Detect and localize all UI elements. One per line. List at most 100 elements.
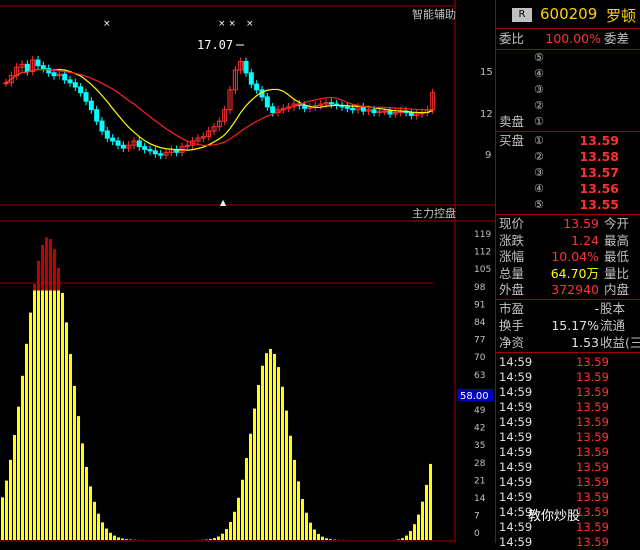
axis-tick: 42 xyxy=(474,424,485,434)
buy-level-4: ④13.56 xyxy=(496,181,640,197)
quote-row: 市盈-股本 xyxy=(496,301,640,317)
control-bar xyxy=(229,522,232,540)
control-bar xyxy=(249,434,252,540)
bottom-panel-title: 主力控盘 xyxy=(412,206,456,220)
axis-tick: 21 xyxy=(474,476,485,486)
candle-body xyxy=(265,97,269,107)
control-bar xyxy=(325,538,328,540)
axis-tick: 98 xyxy=(474,283,486,293)
control-bar xyxy=(9,460,12,540)
sell-level-4: ④ xyxy=(496,66,640,82)
control-bar xyxy=(113,536,116,540)
control-bar xyxy=(237,498,240,540)
quote-row: 总量64.70万量比 xyxy=(496,266,640,282)
tick-row: 14:5913.59 xyxy=(496,415,640,430)
tick-row: 14:5913.59 xyxy=(496,370,640,385)
axis-tick: 77 xyxy=(474,336,485,346)
candle-body xyxy=(63,74,67,80)
stock-name: 罗顿 xyxy=(606,5,636,26)
tick-row: 14:5913.59 xyxy=(496,460,640,475)
control-bar xyxy=(85,467,88,540)
axis-tick: 28 xyxy=(474,459,486,469)
control-bar xyxy=(37,261,40,540)
control-bar xyxy=(1,497,4,540)
price-axis: 15 12 9 xyxy=(480,67,493,161)
candle-body xyxy=(244,61,248,72)
control-bar-top xyxy=(53,249,56,290)
chart-area[interactable]: 17.07 × × × × ▲ 智能辅助 主力控盘 15 12 9 119112… xyxy=(0,0,495,543)
control-bar xyxy=(81,443,84,540)
control-bar xyxy=(13,435,16,540)
control-bar xyxy=(421,502,424,540)
candle-body xyxy=(409,113,413,116)
candle-body xyxy=(255,84,259,90)
sell-level-2: ② xyxy=(496,98,640,114)
control-bar xyxy=(309,523,312,540)
candle-body xyxy=(143,147,147,150)
svg-text:12: 12 xyxy=(480,109,493,120)
candle-body xyxy=(148,149,152,150)
candle-body xyxy=(345,107,349,108)
candle-body xyxy=(116,141,120,145)
control-bar xyxy=(253,409,256,540)
buy-level-2: ②13.58 xyxy=(496,149,640,165)
candle-body xyxy=(249,73,253,84)
control-bar xyxy=(293,460,296,540)
quote-row: 外盘372940内盘 xyxy=(496,282,640,298)
control-bar xyxy=(53,249,56,540)
control-bar-top xyxy=(49,239,52,290)
control-bar xyxy=(265,353,268,540)
candle-body xyxy=(153,151,157,154)
axis-tick: 91 xyxy=(474,300,485,310)
control-bar xyxy=(269,349,272,540)
svg-text:15: 15 xyxy=(480,67,493,78)
quote-row: 涨幅10.04%最低 xyxy=(496,249,640,265)
buy-level-5: ⑤13.55 xyxy=(496,197,640,213)
arrow-up-marker: ▲ xyxy=(220,198,227,207)
stock-code: 600209 xyxy=(540,5,597,23)
tick-row: 14:5913.59 xyxy=(496,430,640,445)
control-bar xyxy=(121,538,124,540)
candle-body xyxy=(329,103,333,104)
axis-tick: 14 xyxy=(474,494,486,504)
control-bar xyxy=(105,529,108,540)
control-bar xyxy=(57,268,60,540)
quote-row: 换手15.17%流通 xyxy=(496,318,640,334)
candle-body xyxy=(388,111,392,114)
svg-text:9: 9 xyxy=(485,150,491,161)
control-bar-top xyxy=(37,261,40,290)
control-bar xyxy=(209,539,212,540)
control-bar xyxy=(273,354,276,540)
axis-tick: 84 xyxy=(474,318,486,328)
candle-body xyxy=(25,64,29,71)
candle-body xyxy=(89,101,93,110)
control-bar xyxy=(321,537,324,540)
control-bar xyxy=(233,512,236,540)
buy-level-1: ①13.59 xyxy=(496,133,640,149)
axis-tick: 0 xyxy=(474,529,480,539)
control-bar xyxy=(217,537,220,540)
control-bar xyxy=(289,436,292,540)
top-panel-title: 智能辅助 xyxy=(412,7,456,21)
candle-body xyxy=(36,60,40,66)
control-bar xyxy=(101,522,104,540)
control-bar xyxy=(221,534,224,540)
candle-body xyxy=(68,80,72,83)
candle-body xyxy=(105,131,109,138)
control-bar xyxy=(277,367,280,540)
sell-label: 卖盘 xyxy=(496,114,640,130)
control-bar xyxy=(29,313,32,540)
control-bar xyxy=(413,524,416,540)
control-bar-top xyxy=(41,245,44,290)
candle-body xyxy=(52,73,56,76)
control-bar xyxy=(21,376,24,540)
control-bar xyxy=(33,284,36,540)
quote-row: 现价13.59今开 xyxy=(496,216,640,232)
control-bar xyxy=(97,514,100,540)
candle-body xyxy=(100,121,104,131)
candle-body xyxy=(137,141,141,147)
candle-body xyxy=(271,107,275,113)
control-bar xyxy=(297,481,300,540)
control-bar xyxy=(429,464,432,540)
control-bar xyxy=(213,538,216,540)
